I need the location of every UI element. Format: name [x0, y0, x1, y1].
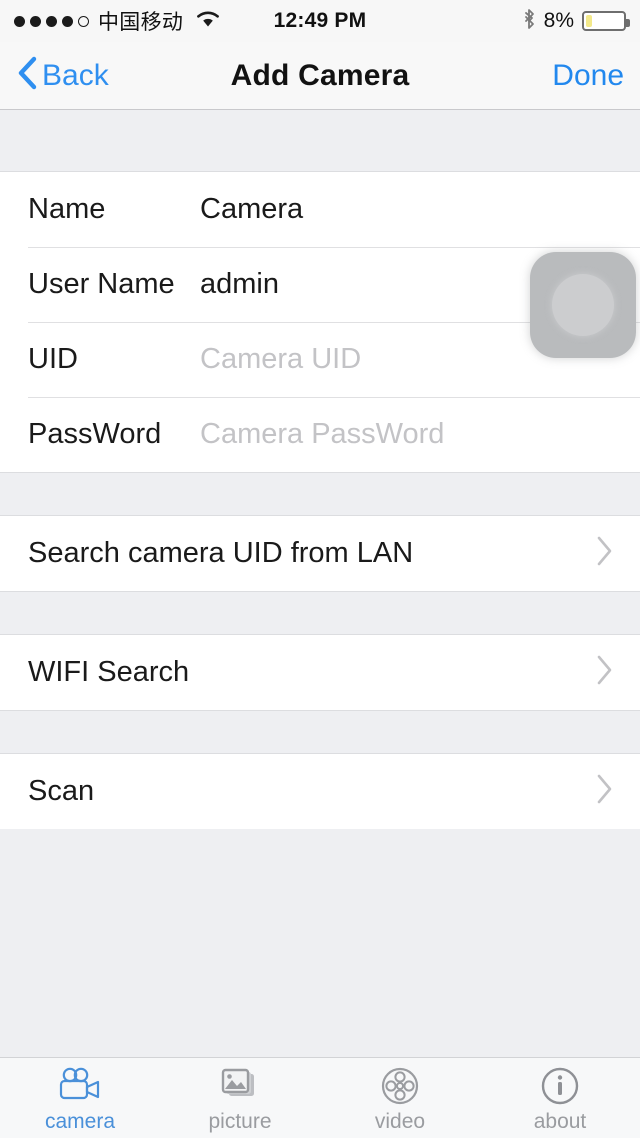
battery-percentage: 8% — [543, 9, 574, 32]
carrier-name: 中国移动 — [98, 11, 184, 34]
chevron-right-icon — [594, 534, 614, 573]
empty-content-area — [0, 829, 640, 1091]
form-row-password[interactable]: PassWord Camera PassWord — [0, 397, 640, 472]
app-screen: 中国移动 12:49 PM 8% Back Add Camera Done Na… — [0, 0, 640, 1138]
photo-stack-icon — [218, 1066, 262, 1106]
signal-dot-empty — [78, 15, 89, 27]
signal-dot — [30, 15, 41, 27]
back-button[interactable]: Back — [16, 56, 109, 95]
status-bar-left: 中国移动 — [14, 6, 221, 36]
tab-about[interactable]: about — [480, 1058, 640, 1138]
section-gap-3 — [0, 710, 640, 754]
chevron-left-icon — [16, 56, 38, 95]
back-button-label: Back — [42, 58, 109, 92]
field-label: User Name — [28, 268, 175, 300]
field-label: PassWord — [28, 418, 162, 450]
action-group-scan: Scan — [0, 754, 640, 829]
tab-label: about — [533, 1110, 587, 1133]
action-group-wifi-search: WIFI Search — [0, 635, 640, 710]
user-name-input[interactable]: admin — [200, 268, 279, 301]
wifi-icon — [195, 9, 221, 34]
action-group-lan-search: Search camera UID from LAN — [0, 516, 640, 591]
signal-strength-dots — [14, 15, 89, 27]
tab-label: picture — [208, 1110, 272, 1133]
film-reel-icon — [380, 1066, 420, 1106]
uid-input[interactable]: Camera UID — [200, 343, 361, 376]
info-circle-icon — [540, 1066, 580, 1106]
field-label: Name — [28, 193, 106, 225]
status-bar-right: 8% — [522, 7, 630, 36]
action-label: Search camera UID from LAN — [28, 537, 414, 569]
action-label: Scan — [28, 775, 95, 807]
name-input[interactable]: Camera — [200, 193, 303, 226]
signal-dot — [62, 15, 73, 27]
clock: 12:49 PM — [273, 9, 367, 32]
tab-video[interactable]: video — [320, 1058, 480, 1138]
section-gap-1 — [0, 472, 640, 516]
assistive-touch-inner-circle — [552, 274, 614, 336]
battery-fill — [586, 15, 592, 27]
tab-bar: camera picture video about — [0, 1057, 640, 1138]
done-button[interactable]: Done — [552, 59, 624, 93]
navigation-bar: Back Add Camera Done — [0, 42, 640, 110]
scan-row[interactable]: Scan — [0, 754, 640, 829]
signal-dot — [46, 15, 57, 27]
tab-picture[interactable]: picture — [160, 1058, 320, 1138]
wifi-search-row[interactable]: WIFI Search — [0, 635, 640, 710]
password-input[interactable]: Camera PassWord — [200, 418, 444, 451]
section-gap-2 — [0, 591, 640, 635]
form-row-name[interactable]: Name Camera — [0, 172, 640, 247]
status-bar: 中国移动 12:49 PM 8% — [0, 0, 640, 42]
tab-label: camera — [44, 1110, 116, 1133]
movie-camera-icon — [56, 1066, 104, 1106]
signal-dot — [14, 15, 25, 27]
tab-camera[interactable]: camera — [0, 1058, 160, 1138]
chevron-right-icon — [594, 772, 614, 811]
bluetooth-icon — [522, 7, 536, 36]
tab-label: video — [374, 1110, 426, 1133]
battery-icon — [582, 11, 630, 31]
field-label: UID — [28, 343, 78, 375]
search-camera-uid-from-lan-row[interactable]: Search camera UID from LAN — [0, 516, 640, 591]
section-gap-top — [0, 110, 640, 172]
assistive-touch-button[interactable] — [530, 252, 636, 358]
action-label: WIFI Search — [28, 656, 190, 688]
chevron-right-icon — [594, 653, 614, 692]
